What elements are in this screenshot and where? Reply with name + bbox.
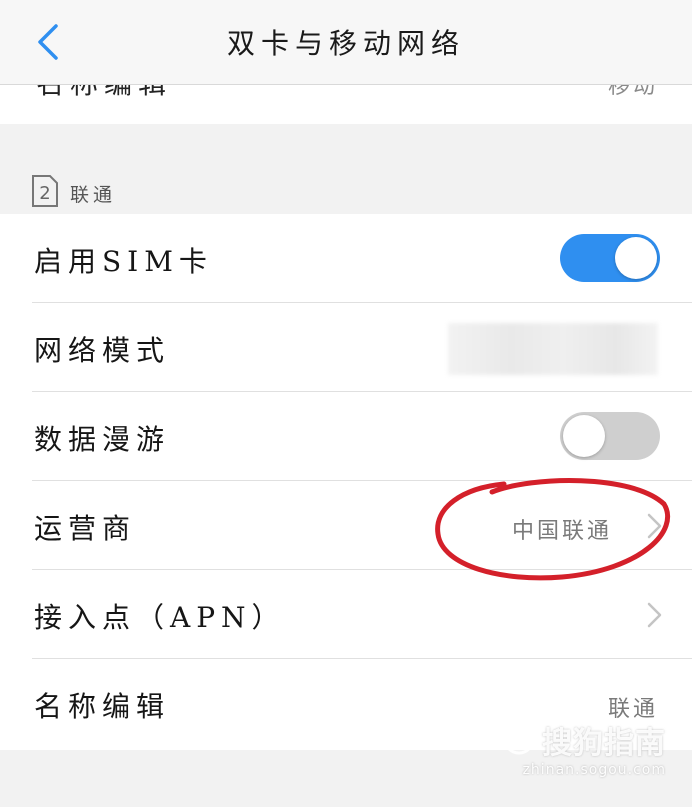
apn-label: 接入点（APN） [34, 601, 286, 634]
network-mode-label: 网络模式 [34, 334, 171, 367]
top-app-bar: 双卡与移动网络 [0, 0, 692, 85]
carrier-value: 中国联通 [511, 519, 612, 544]
sim2-section-header: 2 联通 [0, 170, 692, 214]
page-title: 双卡与移动网络 [226, 27, 465, 60]
chevron-right-icon [647, 602, 662, 628]
data-roaming-row[interactable]: 数据漫游 [0, 392, 692, 481]
enable-sim-toggle[interactable] [560, 234, 660, 282]
sim-carrier-label: 联通 [70, 184, 117, 206]
chevron-right-icon [647, 513, 662, 539]
carrier-row[interactable]: 运营商 中国联通 [0, 481, 692, 570]
watermark-url: zhinan.sogou.com [522, 762, 666, 778]
sim-card-icon: 2 [32, 175, 58, 207]
network-mode-row[interactable]: 网络模式 [0, 303, 692, 392]
sim2-settings-list: 启用SIM卡 网络模式 数据漫游 运营商 中国联通 接入点（APN） 名称编辑 … [0, 214, 692, 750]
data-roaming-toggle[interactable] [560, 412, 660, 460]
data-roaming-label: 数据漫游 [34, 423, 171, 456]
apn-row[interactable]: 接入点（APN） [0, 570, 692, 659]
carrier-label: 运营商 [34, 512, 137, 545]
sogou-logo-icon: S [503, 723, 535, 755]
enable-sim-row[interactable]: 启用SIM卡 [0, 214, 692, 303]
toggle-knob [563, 415, 605, 457]
sim-slot-number: 2 [39, 183, 50, 204]
sogou-watermark: S 搜狗指南 zhinan.sogou.com [503, 718, 666, 778]
svg-text:S: S [513, 730, 526, 751]
enable-sim-label: 启用SIM卡 [34, 245, 213, 278]
name-edit-label: 名称编辑 [34, 690, 171, 723]
toggle-knob [615, 237, 657, 279]
network-mode-value-blurred [448, 323, 658, 375]
